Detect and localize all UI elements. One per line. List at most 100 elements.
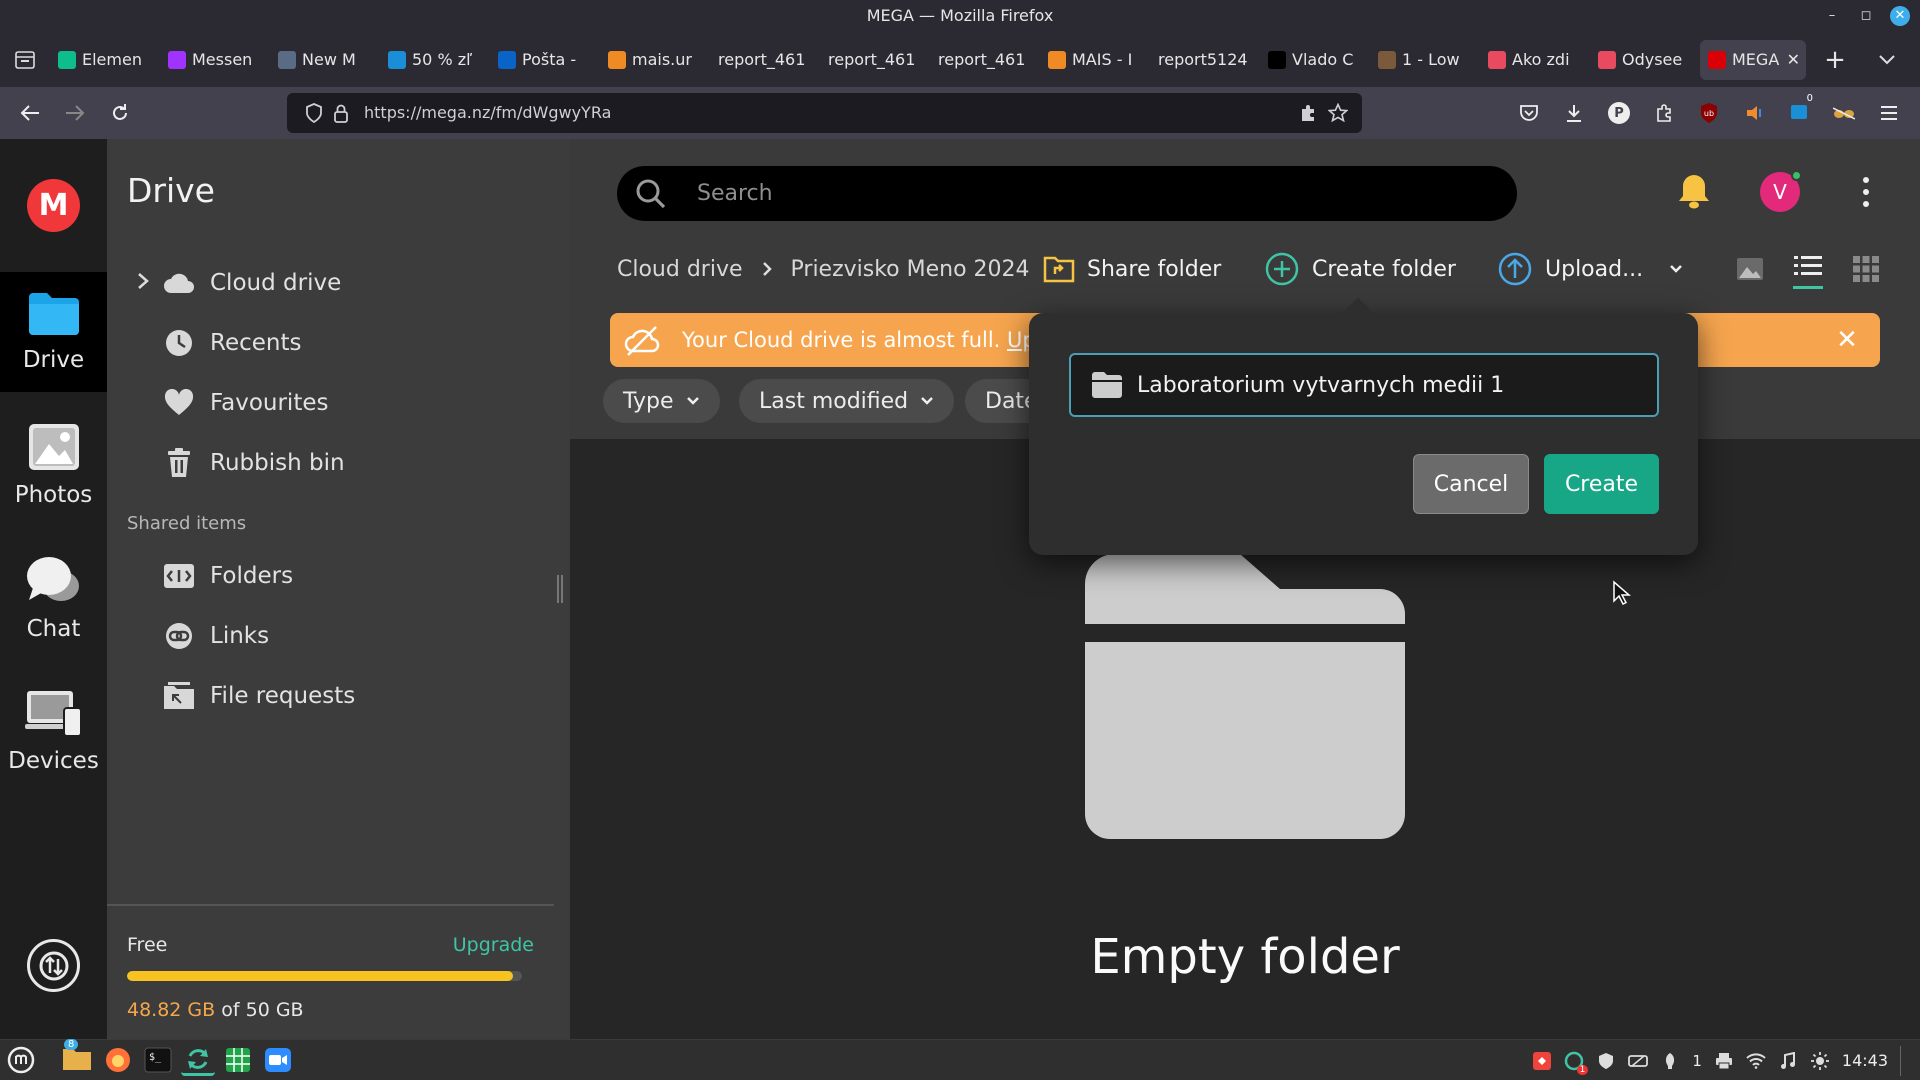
search-bar[interactable] bbox=[617, 166, 1517, 221]
browser-tab[interactable]: mais.ur bbox=[600, 40, 710, 80]
app-menu-button[interactable] bbox=[1873, 97, 1905, 129]
cancel-button[interactable]: Cancel bbox=[1413, 454, 1529, 514]
notifications-bell-icon[interactable] bbox=[1677, 172, 1711, 210]
start-menu-button[interactable] bbox=[4, 1044, 38, 1076]
taskbar-spreadsheet[interactable] bbox=[221, 1044, 255, 1076]
close-tab-icon[interactable]: ✕ bbox=[1787, 50, 1800, 69]
sunglasses-extension-button[interactable] bbox=[1828, 97, 1860, 129]
url-text[interactable]: https://mega.nz/fm/dWgwyYRa bbox=[364, 93, 611, 133]
tray-brightness[interactable] bbox=[1810, 1051, 1830, 1071]
browser-tab[interactable]: Messen bbox=[160, 40, 270, 80]
sidebar-item-cloud-drive[interactable]: Cloud drive bbox=[162, 263, 341, 303]
tray-network-wired[interactable] bbox=[1628, 1051, 1649, 1071]
rail-item-drive[interactable]: Drive bbox=[0, 272, 107, 392]
reload-button[interactable] bbox=[104, 97, 136, 129]
list-all-tabs-button[interactable] bbox=[1872, 42, 1902, 78]
close-banner-button[interactable]: ✕ bbox=[1834, 327, 1860, 353]
heart-icon bbox=[162, 386, 196, 420]
maximize-button[interactable]: ◻ bbox=[1856, 6, 1876, 26]
tray-updates[interactable] bbox=[1660, 1051, 1680, 1071]
rail-item-devices[interactable]: Devices bbox=[0, 671, 107, 791]
browser-tab[interactable]: report_461 bbox=[930, 40, 1040, 80]
translate-extension-button[interactable]: 0 bbox=[1783, 93, 1815, 129]
bookmark-star-icon[interactable] bbox=[1328, 103, 1348, 123]
sidebar-item-rubbish-bin[interactable]: Rubbish bin bbox=[162, 443, 345, 483]
browser-tab[interactable]: Vlado C bbox=[1260, 40, 1370, 80]
taskbar-firefox[interactable] bbox=[101, 1044, 135, 1076]
taskbar-terminal[interactable]: $_ bbox=[141, 1044, 175, 1076]
tray-sync[interactable]: 1 bbox=[1564, 1051, 1589, 1075]
browser-tab[interactable]: report_461 bbox=[820, 40, 930, 80]
sidebar-item-recents[interactable]: Recents bbox=[162, 323, 301, 363]
search-input[interactable] bbox=[697, 166, 1477, 221]
sidebar-item-shared-folders[interactable]: Folders bbox=[162, 556, 293, 596]
folder-name-field[interactable] bbox=[1069, 353, 1659, 417]
breadcrumb-cloud-drive[interactable]: Cloud drive bbox=[617, 257, 743, 282]
tray-shield[interactable] bbox=[1596, 1051, 1616, 1071]
new-tab-button[interactable]: + bbox=[1812, 40, 1858, 80]
p-extension-button[interactable]: P bbox=[1603, 97, 1635, 129]
upgrade-link[interactable]: Upgrade bbox=[453, 934, 534, 956]
tray-anydesk[interactable] bbox=[1532, 1051, 1552, 1071]
sidebar-resize-handle[interactable] bbox=[557, 575, 563, 603]
browser-tab[interactable]: New M bbox=[270, 40, 380, 80]
list-view-button[interactable] bbox=[1793, 249, 1823, 289]
storage-used: 48.82 GB bbox=[127, 999, 216, 1021]
browser-tab[interactable]: MEGA ✕ bbox=[1700, 39, 1806, 80]
browser-tab[interactable]: MAIS - I bbox=[1040, 40, 1150, 80]
create-folder-button[interactable]: Create folder bbox=[1264, 244, 1456, 294]
filter-last-modified[interactable]: Last modified bbox=[739, 379, 955, 423]
downloads-button[interactable] bbox=[1558, 97, 1590, 129]
speaker-extension-button[interactable] bbox=[1738, 97, 1770, 129]
browser-tab[interactable]: 1 - Low bbox=[1370, 40, 1480, 80]
firefox-view-button[interactable] bbox=[0, 32, 50, 87]
shield-icon[interactable] bbox=[305, 103, 323, 123]
tray-printer[interactable] bbox=[1714, 1051, 1734, 1071]
transfer-manager-button[interactable] bbox=[27, 939, 80, 992]
pocket-button[interactable] bbox=[1513, 97, 1545, 129]
minimize-button[interactable]: – bbox=[1822, 6, 1842, 26]
url-bar[interactable]: https://mega.nz/fm/dWgwyYRa bbox=[287, 93, 1362, 133]
taskbar-sync-app[interactable] bbox=[181, 1044, 215, 1076]
forward-button[interactable] bbox=[59, 97, 91, 129]
photos-icon bbox=[28, 424, 79, 470]
filter-type[interactable]: Type bbox=[603, 379, 720, 423]
sidebar-item-favourites[interactable]: Favourites bbox=[162, 383, 328, 423]
upload-button[interactable]: Upload... bbox=[1497, 244, 1683, 294]
extension-puzzle-icon[interactable] bbox=[1298, 103, 1318, 123]
show-desktop-button[interactable] bbox=[1900, 1045, 1906, 1076]
browser-tab[interactable]: Pošta - bbox=[490, 40, 600, 80]
lock-icon[interactable] bbox=[333, 103, 349, 123]
upload-label: Upload... bbox=[1545, 256, 1644, 282]
browser-tab[interactable]: Elemen bbox=[50, 40, 160, 80]
taskbar-zoom[interactable] bbox=[261, 1044, 295, 1076]
browser-tab[interactable]: report_461 bbox=[710, 40, 820, 80]
folder-name-input[interactable] bbox=[1137, 355, 1647, 415]
back-button[interactable] bbox=[14, 97, 46, 129]
taskbar-clock[interactable]: 14:43 bbox=[1842, 1051, 1888, 1070]
extensions-button[interactable] bbox=[1648, 97, 1680, 129]
sidebar-item-links[interactable]: Links bbox=[162, 616, 269, 656]
grid-view-button[interactable] bbox=[1851, 254, 1881, 284]
user-avatar[interactable]: V bbox=[1760, 170, 1802, 212]
browser-tab[interactable]: 50 % zľ bbox=[380, 40, 490, 80]
create-button[interactable]: Create bbox=[1544, 454, 1659, 514]
close-window-button[interactable]: ✕ bbox=[1890, 6, 1910, 26]
browser-tab[interactable]: report5124 bbox=[1150, 40, 1260, 80]
browser-tab[interactable]: Ako zdi bbox=[1480, 40, 1590, 80]
taskbar-files[interactable]: 8 bbox=[60, 1039, 94, 1076]
rail-item-chat[interactable]: Chat bbox=[0, 538, 107, 658]
mega-logo-icon[interactable]: M bbox=[27, 179, 80, 232]
chevron-right-icon[interactable] bbox=[135, 271, 151, 291]
ublock-button[interactable]: ub bbox=[1693, 97, 1725, 129]
tray-wifi[interactable] bbox=[1746, 1051, 1766, 1071]
share-folder-button[interactable]: Share folder bbox=[1043, 244, 1221, 294]
breadcrumb-current-folder[interactable]: Priezvisko Meno 2024 bbox=[791, 257, 1030, 282]
sidebar-item-file-requests[interactable]: File requests bbox=[162, 676, 355, 716]
more-options-button[interactable] bbox=[1860, 175, 1872, 209]
media-view-button[interactable] bbox=[1735, 254, 1765, 284]
tray-sound[interactable] bbox=[1778, 1051, 1798, 1071]
browser-tab[interactable]: Odysee bbox=[1590, 40, 1700, 80]
chevron-down-icon[interactable] bbox=[1669, 264, 1683, 274]
rail-item-photos[interactable]: Photos bbox=[0, 405, 107, 525]
